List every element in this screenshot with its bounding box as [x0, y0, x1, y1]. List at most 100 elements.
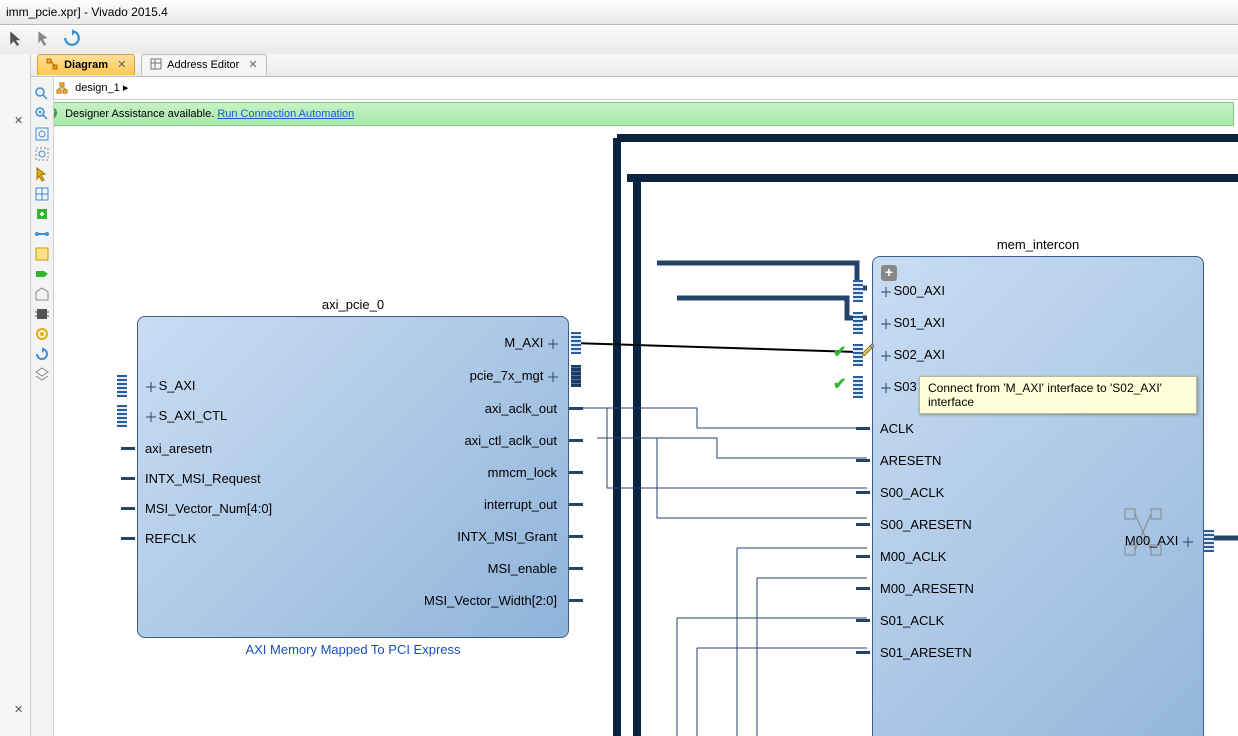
pin-stub[interactable] — [856, 523, 870, 526]
checkmark-icon: ✔ — [833, 374, 846, 394]
bus-connector[interactable] — [571, 365, 581, 387]
link-icon[interactable] — [34, 226, 50, 242]
port-msi-vector-num[interactable]: MSI_Vector_Num[4:0] — [145, 501, 272, 516]
bus-connector[interactable] — [1204, 530, 1214, 552]
block-title: axi_pcie_0 — [138, 297, 568, 312]
port-m-axi[interactable]: M_AXI — [367, 335, 557, 350]
cursor-icon[interactable] — [8, 29, 26, 47]
port-icon[interactable] — [34, 266, 50, 282]
zoom-area-icon[interactable] — [34, 146, 50, 162]
hierarchy-icon — [56, 82, 68, 94]
zoom-in-icon[interactable] — [34, 106, 50, 122]
tab-close-icon[interactable]: ✕ — [117, 59, 126, 71]
port-refclk[interactable]: REFCLK — [145, 531, 196, 546]
workarea: ✕ ✕ Diagram ✕ Address Editor ✕ design_1 … — [0, 54, 1238, 736]
dock-close2-icon[interactable]: ✕ — [14, 703, 23, 716]
pin-stub[interactable] — [121, 507, 135, 510]
zoom-icon[interactable] — [34, 86, 50, 102]
crossbar-icon — [1123, 507, 1163, 557]
pin-stub[interactable] — [856, 459, 870, 462]
port-m00-axi[interactable]: M00_AXI — [1087, 533, 1192, 548]
diagram-toolbar — [31, 78, 54, 736]
main-panel: Diagram ✕ Address Editor ✕ design_1 ▸ De… — [31, 54, 1238, 736]
bus-connector[interactable] — [571, 332, 581, 354]
port-m00-aclk[interactable]: M00_ACLK — [880, 549, 946, 564]
select-icon[interactable] — [34, 166, 50, 182]
port-s02-axi[interactable]: S02_AXI — [880, 347, 945, 362]
port-s00-axi[interactable]: S00_AXI — [880, 283, 945, 298]
pin-stub[interactable] — [856, 619, 870, 622]
run-connection-automation-link[interactable]: Run Connection Automation — [217, 108, 354, 120]
port-s-axi-ctl[interactable]: S_AXI_CTL — [145, 408, 227, 423]
port-s00-aresetn[interactable]: S00_ARESETN — [880, 517, 972, 532]
assist-text: Designer Assistance available. — [65, 108, 217, 120]
pin-stub[interactable] — [856, 427, 870, 430]
port-s03-axi[interactable]: S03 — [880, 379, 917, 394]
layers-icon[interactable] — [34, 366, 50, 382]
port-m00-aresetn[interactable]: M00_ARESETN — [880, 581, 974, 596]
pin-stub[interactable] — [569, 439, 583, 442]
window-titlebar: imm_pcie.xpr] - Vivado 2015.4 — [0, 0, 1238, 25]
expand-interfaces-button[interactable]: + — [881, 265, 897, 281]
port-interrupt-out[interactable]: interrupt_out — [367, 497, 557, 512]
pin-stub[interactable] — [856, 587, 870, 590]
port-s01-aresetn[interactable]: S01_ARESETN — [880, 645, 972, 660]
port-axi-ctl-aclk-out[interactable]: axi_ctl_aclk_out — [367, 433, 557, 448]
pointer-icon[interactable] — [35, 29, 53, 47]
port-s00-aclk[interactable]: S00_ACLK — [880, 485, 944, 500]
diagram-canvas[interactable]: axi_pcie_0 AXI Memory Mapped To PCI Expr… — [57, 128, 1238, 736]
port-aresetn[interactable]: ARESETN — [880, 453, 941, 468]
crumb-design[interactable]: design_1 — [75, 82, 120, 94]
dock-close-icon[interactable]: ✕ — [14, 114, 23, 127]
designer-assistance-bar: Designer Assistance available. Run Conne… — [35, 102, 1234, 126]
pin-stub[interactable] — [121, 477, 135, 480]
port-aclk[interactable]: ACLK — [880, 421, 914, 436]
bus-connector[interactable] — [853, 312, 863, 334]
pin-stub[interactable] — [569, 535, 583, 538]
breadcrumb: design_1 ▸ — [31, 77, 1238, 100]
pin-stub[interactable] — [121, 537, 135, 540]
pin-stub[interactable] — [569, 503, 583, 506]
pin-stub[interactable] — [569, 407, 583, 410]
refresh-icon[interactable] — [63, 29, 81, 47]
expand-icon[interactable] — [34, 286, 50, 302]
settings-icon[interactable] — [34, 326, 50, 342]
pin-stub[interactable] — [569, 599, 583, 602]
block-subtitle: AXI Memory Mapped To PCI Express — [138, 642, 568, 657]
pin-stub[interactable] — [856, 491, 870, 494]
port-intx-msi-grant[interactable]: INTX_MSI_Grant — [367, 529, 557, 544]
port-pcie-7x-mgt[interactable]: pcie_7x_mgt — [367, 368, 557, 383]
port-s01-axi[interactable]: S01_AXI — [880, 315, 945, 330]
port-mmcm-lock[interactable]: mmcm_lock — [367, 465, 557, 480]
bus-connector[interactable] — [117, 405, 127, 427]
connect-cursor-icon — [860, 342, 874, 356]
pin-stub[interactable] — [569, 567, 583, 570]
tab-close-icon[interactable]: ✕ — [248, 59, 257, 71]
zoom-fit-icon[interactable] — [34, 126, 50, 142]
connection-tooltip: Connect from 'M_AXI' interface to 'S02_A… — [919, 376, 1197, 414]
pin-stub[interactable] — [856, 651, 870, 654]
port-axi-aresetn[interactable]: axi_aresetn — [145, 441, 212, 456]
port-msi-vector-width[interactable]: MSI_Vector_Width[2:0] — [367, 593, 557, 608]
bus-connector[interactable] — [853, 376, 863, 398]
bus-connector[interactable] — [117, 375, 127, 397]
pin-stub[interactable] — [856, 555, 870, 558]
window-title: imm_pcie.xpr] - Vivado 2015.4 — [6, 5, 168, 19]
tab-label: Diagram — [64, 59, 108, 71]
reload-icon[interactable] — [34, 346, 50, 362]
port-intx-msi-request[interactable]: INTX_MSI_Request — [145, 471, 261, 486]
pin-stub[interactable] — [569, 471, 583, 474]
port-axi-aclk-out[interactable]: axi_aclk_out — [367, 401, 557, 416]
left-dock: ✕ ✕ — [0, 54, 31, 736]
port-s-axi[interactable]: S_AXI — [145, 378, 195, 393]
bus-connector[interactable] — [853, 280, 863, 302]
tab-address-editor[interactable]: Address Editor ✕ — [141, 54, 267, 75]
port-s01-aclk[interactable]: S01_ACLK — [880, 613, 944, 628]
port-msi-enable[interactable]: MSI_enable — [367, 561, 557, 576]
validate-icon[interactable] — [34, 246, 50, 262]
add-ip-icon[interactable] — [34, 206, 50, 222]
fit-icon[interactable] — [34, 186, 50, 202]
chip-icon[interactable] — [34, 306, 50, 322]
tab-diagram[interactable]: Diagram ✕ — [37, 54, 135, 75]
pin-stub[interactable] — [121, 447, 135, 450]
